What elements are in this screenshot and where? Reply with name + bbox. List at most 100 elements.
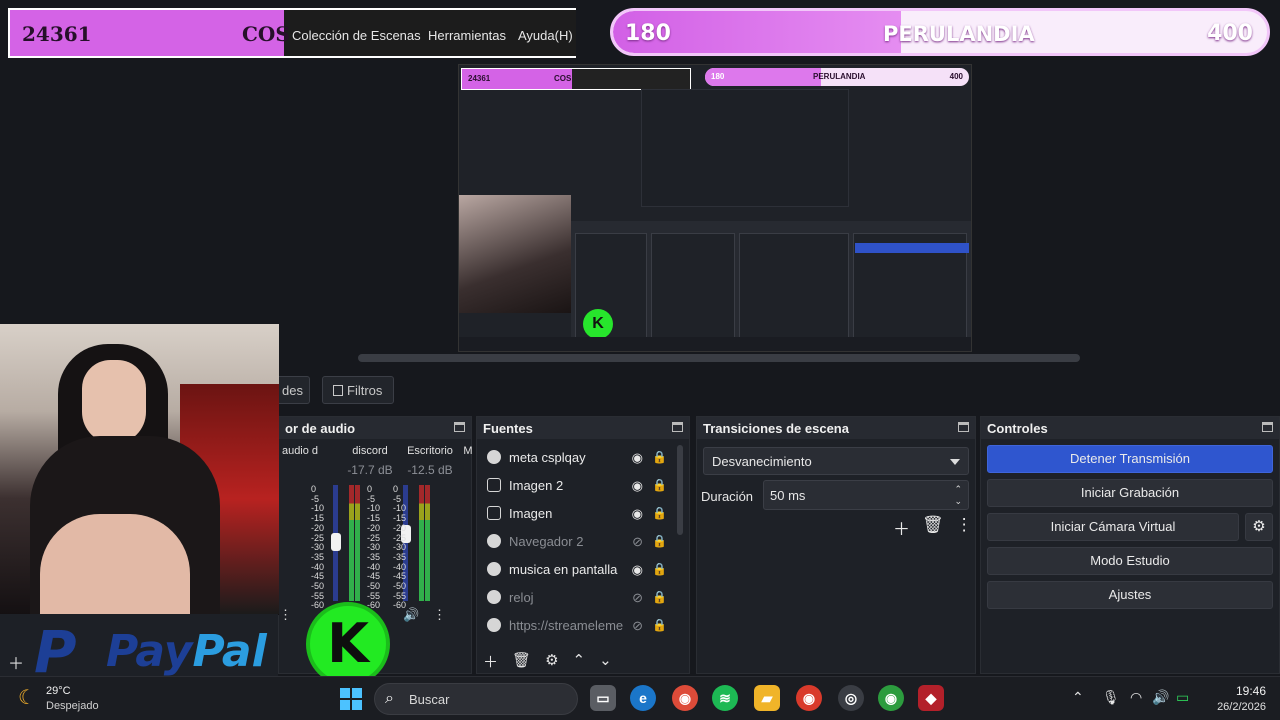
preview-mini-stop-button: [855, 243, 969, 253]
obs-preview-canvas[interactable]: 24361 COS 180 PERULANDIA 400 K: [458, 64, 972, 352]
speaker-icon[interactable]: 🔊: [1152, 689, 1169, 706]
filters-tab[interactable]: Filtros: [322, 376, 394, 404]
chevron-up-icon[interactable]: ⌃: [1072, 689, 1084, 706]
weather-description[interactable]: Despejado: [46, 700, 99, 712]
paypal-logo: P PayPal: [34, 618, 284, 686]
chrome-icon[interactable]: ◉: [672, 685, 698, 711]
preview-mini-docks: [571, 221, 971, 347]
chrome-green-icon[interactable]: ◉: [878, 685, 904, 711]
goal-max: 400: [1207, 21, 1253, 46]
preview-webcam: [459, 195, 571, 313]
preview-counter-overlay: 24361 COS: [461, 68, 691, 90]
source-item[interactable]: Navegador 2 ⊘ 🔒: [479, 527, 681, 555]
more-icon[interactable]: ⋮: [433, 607, 446, 623]
undock-icon[interactable]: [454, 422, 465, 432]
eye-hidden-icon[interactable]: ⊘: [632, 618, 643, 634]
source-item[interactable]: meta csplqay ◉ 🔒: [479, 443, 681, 471]
transitions-title: Transiciones de escena: [703, 420, 849, 436]
virtual-cam-settings-gear-icon[interactable]: ⚙: [1245, 513, 1273, 541]
chevron-down-icon[interactable]: ⌄: [599, 651, 612, 672]
sources-list: meta csplqay ◉ 🔒 Imagen 2 ◉ 🔒 Imagen ◉ 🔒 Navegado…: [479, 443, 681, 639]
volume-slider[interactable]: [331, 533, 341, 551]
transition-select-value: Desvanecimiento: [712, 454, 812, 469]
gear-icon[interactable]: ⚙: [545, 651, 558, 672]
spotify-icon[interactable]: ≋: [712, 685, 738, 711]
sources-scrollbar[interactable]: [677, 445, 683, 535]
paypal-word-pay: Pay: [106, 626, 193, 677]
unlock-icon[interactable]: 🔒: [652, 590, 667, 604]
sources-title: Fuentes: [483, 420, 533, 436]
menu-help[interactable]: Ayuda(H): [518, 28, 573, 43]
weather-temperature[interactable]: 29°C: [46, 685, 71, 697]
source-item[interactable]: https://streameleme ⊘ 🔒: [479, 611, 681, 639]
trash-icon[interactable]: 🗑: [512, 651, 531, 672]
filters-tab-label: Filtros: [347, 383, 383, 398]
undock-icon[interactable]: [672, 422, 683, 432]
settings-button[interactable]: Ajustes: [987, 581, 1273, 609]
source-item[interactable]: Imagen ◉ 🔒: [479, 499, 681, 527]
duration-input[interactable]: 50 ms ⌃ ⌄: [763, 480, 969, 510]
mixer-channel: Escritorio -12.5 dB: [393, 445, 467, 477]
edge-icon[interactable]: e: [630, 685, 656, 711]
preview-horizontal-scrollbar[interactable]: [358, 354, 1080, 362]
windows-start-icon[interactable]: [340, 688, 362, 710]
eye-icon[interactable]: ◉: [632, 450, 643, 466]
clock-time[interactable]: 19:46: [1236, 684, 1266, 698]
goal-title: PERULANDIA: [883, 22, 1035, 46]
wifi-icon[interactable]: ◠: [1130, 689, 1142, 706]
source-item[interactable]: musica en pantalla ◉ 🔒: [479, 555, 681, 583]
obs-icon[interactable]: ◎: [838, 685, 864, 711]
unlock-icon[interactable]: 🔒: [652, 506, 667, 520]
preview-goal-min: 180: [711, 72, 725, 81]
file-explorer-icon[interactable]: ▰: [754, 685, 780, 711]
start-recording-button[interactable]: Iniciar Grabación: [987, 479, 1273, 507]
unlock-icon[interactable]: 🔒: [652, 478, 667, 492]
add-icon[interactable]: ＋: [483, 651, 498, 672]
add-icon[interactable]: ＋: [893, 515, 910, 540]
moon-icon[interactable]: ☾: [18, 685, 36, 710]
eye-hidden-icon[interactable]: ⊘: [632, 534, 643, 550]
duration-spinner[interactable]: ⌃ ⌄: [954, 483, 962, 507]
chevron-up-icon[interactable]: ⌃: [573, 651, 586, 672]
k-badge-logo: K: [306, 602, 390, 686]
sources-toolbar: ＋ 🗑 ⚙ ⌃ ⌄: [483, 651, 612, 672]
add-icon[interactable]: ＋: [8, 650, 24, 674]
preview-counter-value: 24361: [468, 74, 491, 83]
eye-icon[interactable]: ◉: [632, 506, 643, 522]
lock-icon[interactable]: 🔒: [652, 618, 667, 632]
speaker-icon[interactable]: 🔊: [403, 607, 419, 623]
dota-icon[interactable]: ◆: [918, 685, 944, 711]
eye-icon[interactable]: ◉: [632, 562, 643, 578]
undock-icon[interactable]: [958, 422, 969, 432]
volume-meter: 0 -5 -10 -15 -20 -25 -30 -35 -40 -45 -50 -55 -60: [331, 484, 380, 610]
unlock-icon[interactable]: 🔒: [652, 534, 667, 548]
menu-scene-collection[interactable]: Colección de Escenas: [292, 28, 421, 43]
eye-icon[interactable]: ◉: [632, 478, 643, 494]
image-icon: [487, 506, 501, 520]
preview-k-badge: K: [583, 309, 613, 339]
task-view-icon[interactable]: ▭: [590, 685, 616, 711]
clock-date[interactable]: 26/2/2026: [1217, 701, 1266, 713]
more-icon[interactable]: ⋮: [956, 515, 973, 540]
unlock-icon[interactable]: 🔒: [652, 562, 667, 576]
unlock-icon[interactable]: 🔒: [652, 450, 667, 464]
stop-stream-button[interactable]: Detener Transmisión: [987, 445, 1273, 473]
source-item[interactable]: reloj ⊘ 🔒: [479, 583, 681, 611]
menu-tools[interactable]: Herramientas: [428, 28, 506, 43]
studio-mode-button[interactable]: Modo Estudio: [987, 547, 1273, 575]
battery-icon[interactable]: ▭: [1176, 689, 1189, 706]
source-item[interactable]: Imagen 2 ◉ 🔒: [479, 471, 681, 499]
start-virtual-cam-button[interactable]: Iniciar Cámara Virtual: [987, 513, 1239, 541]
source-item-label: Imagen 2: [509, 477, 564, 493]
chrome-profile-icon[interactable]: ◉: [796, 685, 822, 711]
eye-hidden-icon[interactable]: ⊘: [632, 590, 643, 606]
microphone-icon[interactable]: 🎙: [1102, 689, 1120, 706]
preview-taskbar: [459, 337, 971, 351]
undock-icon[interactable]: [1262, 422, 1273, 432]
trash-icon[interactable]: 🗑: [922, 515, 944, 540]
counter-label: COS: [242, 22, 290, 46]
preview-goal-title: PERULANDIA: [813, 72, 866, 81]
meter-scale: 0 -5 -10 -15 -20 -25 -30 -35 -40 -45 -50 -55 -60: [367, 484, 380, 611]
transition-select[interactable]: Desvanecimiento: [703, 447, 969, 475]
taskbar-search[interactable]: ⌕ Buscar: [374, 683, 578, 715]
